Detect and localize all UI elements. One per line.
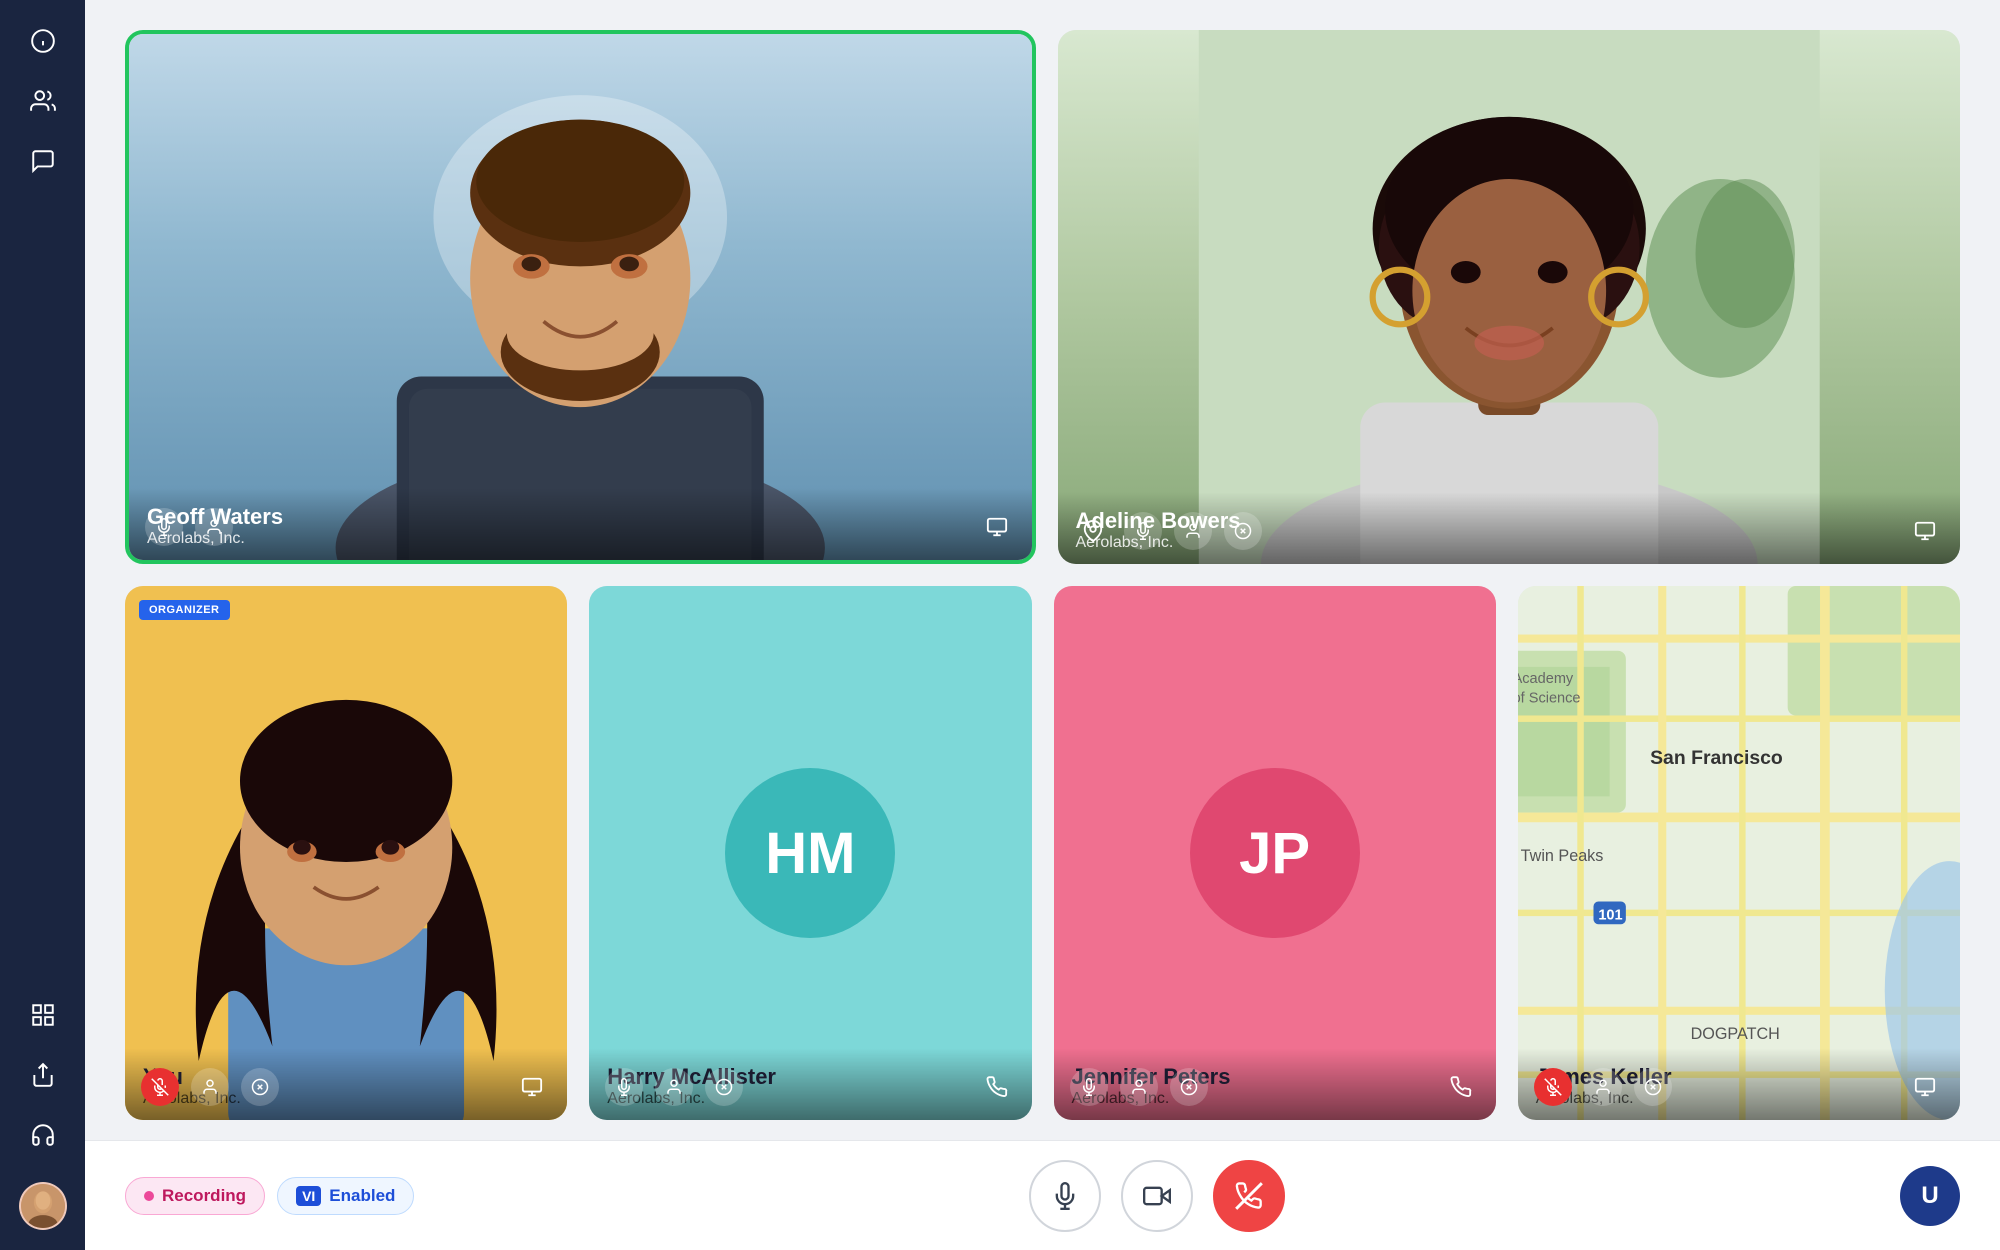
recording-badge[interactable]: Recording <box>125 1177 265 1215</box>
participant-card-jennifer[interactable]: JP Jennifer Peters Aerolabs, Inc. <box>1054 586 1496 1120</box>
video-grid: Geoff Waters Aerolabs, Inc. <box>85 0 2000 1140</box>
vi-label: Enabled <box>329 1186 395 1206</box>
camera-control-btn[interactable] <box>1121 1160 1193 1232</box>
svg-text:Academy: Academy <box>1518 671 1574 687</box>
you-close-btn[interactable] <box>241 1068 279 1106</box>
you-controls <box>141 1068 279 1106</box>
participant-card-james[interactable]: San Francisco Twin Peaks DOGPATCH Academ… <box>1518 586 1960 1120</box>
sidebar-icon-chat[interactable] <box>22 140 64 182</box>
bottom-row: ORGANIZER You Aerolabs, Inc. <box>125 586 1960 1120</box>
sidebar-icon-users[interactable] <box>22 80 64 122</box>
svg-text:101: 101 <box>1598 907 1622 923</box>
harry-controls <box>605 1068 743 1106</box>
jennifer-user-btn[interactable] <box>1120 1068 1158 1106</box>
svg-text:Twin Peaks: Twin Peaks <box>1520 847 1603 865</box>
adeline-mic-btn[interactable] <box>1124 512 1162 550</box>
james-mic-btn[interactable] <box>1534 1068 1572 1106</box>
geoff-monitor[interactable] <box>978 508 1016 546</box>
adeline-pin-btn[interactable] <box>1074 512 1112 550</box>
organizer-badge: ORGANIZER <box>139 600 230 620</box>
james-user-btn[interactable] <box>1584 1068 1622 1106</box>
mic-control-btn[interactable] <box>1029 1160 1101 1232</box>
you-mic-btn[interactable] <box>141 1068 179 1106</box>
geoff-controls <box>145 508 233 546</box>
geoff-mic-btn[interactable] <box>145 508 183 546</box>
james-controls <box>1534 1068 1672 1106</box>
participant-card-harry[interactable]: HM Harry McAllister Aerolabs, Inc. <box>589 586 1031 1120</box>
svg-text:DOGPATCH: DOGPATCH <box>1690 1025 1779 1043</box>
jennifer-phone[interactable] <box>1442 1068 1480 1106</box>
sidebar <box>0 0 85 1250</box>
harry-mic-btn[interactable] <box>605 1068 643 1106</box>
adeline-close-btn[interactable] <box>1224 512 1262 550</box>
sidebar-icon-info[interactable] <box>22 20 64 62</box>
jennifer-mic-btn[interactable] <box>1070 1068 1108 1106</box>
you-user-btn[interactable] <box>191 1068 229 1106</box>
participant-card-adeline[interactable]: Adeline Bowers Aerolabs, Inc. <box>1058 30 1961 564</box>
participant-card-you[interactable]: ORGANIZER You Aerolabs, Inc. <box>125 586 567 1120</box>
recording-label: Recording <box>162 1186 246 1206</box>
end-call-btn[interactable] <box>1213 1160 1285 1232</box>
you-monitor[interactable] <box>513 1068 551 1106</box>
adeline-controls <box>1074 512 1262 550</box>
sidebar-icon-grid[interactable] <box>22 994 64 1036</box>
james-monitor[interactable] <box>1906 1068 1944 1106</box>
svg-text:of Science: of Science <box>1518 691 1581 707</box>
recording-dot <box>144 1191 154 1201</box>
geoff-name: Geoff Waters <box>147 504 1014 530</box>
harry-user-btn[interactable] <box>655 1068 693 1106</box>
main-content: Geoff Waters Aerolabs, Inc. <box>85 0 2000 1250</box>
center-controls <box>1029 1160 1285 1232</box>
sidebar-icon-share[interactable] <box>22 1054 64 1096</box>
bottom-bar: Recording VI Enabled U <box>85 1140 2000 1250</box>
harry-initials: HM <box>725 768 895 938</box>
vi-badge[interactable]: VI Enabled <box>277 1177 414 1215</box>
jennifer-initials: JP <box>1190 768 1360 938</box>
jennifer-controls <box>1070 1068 1208 1106</box>
geoff-user-btn[interactable] <box>195 508 233 546</box>
harry-phone[interactable] <box>978 1068 1016 1106</box>
adeline-monitor[interactable] <box>1906 512 1944 550</box>
user-avatar[interactable] <box>19 1182 67 1230</box>
geoff-info: Geoff Waters Aerolabs, Inc. <box>129 488 1032 560</box>
vi-prefix: VI <box>296 1186 321 1206</box>
sidebar-icon-headset[interactable] <box>22 1114 64 1156</box>
status-badges: Recording VI Enabled <box>125 1177 414 1215</box>
top-row: Geoff Waters Aerolabs, Inc. <box>125 30 1960 564</box>
svg-text:San Francisco: San Francisco <box>1650 747 1783 769</box>
corner-logo[interactable]: U <box>1900 1166 1960 1226</box>
jennifer-close-btn[interactable] <box>1170 1068 1208 1106</box>
james-close-btn[interactable] <box>1634 1068 1672 1106</box>
harry-close-btn[interactable] <box>705 1068 743 1106</box>
geoff-company: Aerolabs, Inc. <box>147 530 1014 548</box>
adeline-user-btn[interactable] <box>1174 512 1212 550</box>
participant-card-geoff[interactable]: Geoff Waters Aerolabs, Inc. <box>125 30 1036 564</box>
